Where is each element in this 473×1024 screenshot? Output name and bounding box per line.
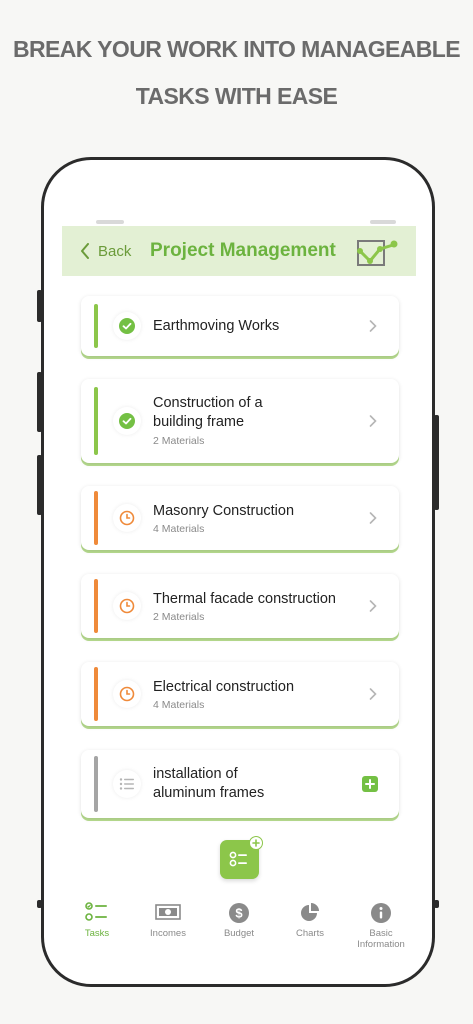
trend-chart-icon[interactable] [356, 235, 400, 267]
materials-count: 4 Materials [153, 523, 205, 535]
plus-icon [365, 779, 375, 789]
side-button [434, 900, 439, 908]
status-badge [113, 770, 141, 798]
tab-basic-information[interactable]: Basic Information [346, 895, 416, 950]
task-card[interactable]: Construction of a building frame 2 Mater… [81, 379, 399, 463]
task-name: Electrical construction [153, 679, 295, 695]
chevron-right-icon [369, 415, 377, 427]
clock-icon [119, 598, 135, 614]
phone-bottom-mark [126, 984, 134, 987]
list-icon [119, 778, 134, 790]
tab-label: Budget [223, 928, 255, 939]
tasks-icon [85, 902, 107, 921]
clock-icon [119, 510, 135, 526]
materials-count: 2 Materials [153, 435, 205, 447]
add-material-button[interactable] [362, 776, 378, 792]
status-bar-indicator [94, 387, 98, 455]
status-badge [113, 407, 141, 435]
task-card[interactable]: Thermal facade construction 2 Materials [81, 574, 399, 638]
materials-count: 4 Materials [153, 699, 205, 711]
app-header: Back Project Management [62, 226, 416, 276]
status-bar [370, 220, 396, 224]
status-bar-indicator [94, 579, 98, 633]
status-bar-indicator [94, 304, 98, 348]
back-label: Back [98, 242, 132, 260]
back-button[interactable]: Back [80, 226, 131, 276]
task-name: Construction of a building frame [153, 395, 263, 430]
phone-top-mark [344, 157, 352, 160]
status-bar [96, 220, 124, 224]
tab-charts[interactable]: Charts [275, 895, 345, 945]
status-bar-indicator [94, 756, 98, 812]
tab-label: Charts [296, 928, 324, 939]
headline-line-2: TASKS WITH EASE [135, 83, 338, 109]
dollar-icon: $ [229, 903, 249, 923]
status-bar-indicator [94, 491, 98, 545]
status-bar-indicator [94, 667, 98, 721]
tab-tasks[interactable]: Tasks [62, 895, 132, 945]
clock-icon [119, 686, 135, 702]
check-circle-icon [119, 318, 135, 334]
task-card[interactable]: Electrical construction 4 Materials [81, 662, 399, 726]
tab-label: Tasks [84, 928, 110, 939]
chevron-right-icon [369, 512, 377, 524]
screen: BREAK YOUR WORK INTO MANAGEABLE TASKS WI… [0, 0, 473, 1024]
info-icon [371, 903, 391, 923]
status-badge [113, 504, 141, 532]
status-badge [113, 312, 141, 340]
tab-incomes[interactable]: Incomes [133, 895, 203, 945]
task-card[interactable]: Masonry Construction 4 Materials [81, 486, 399, 550]
page-title: Project Management [150, 240, 336, 261]
task-name: Earthmoving Works [153, 318, 280, 334]
status-badge [113, 592, 141, 620]
svg-text:$: $ [235, 906, 243, 921]
headline-line-1: BREAK YOUR WORK INTO MANAGEABLE [13, 36, 461, 62]
side-button [434, 415, 439, 510]
check-circle-icon [119, 413, 135, 429]
chevron-right-icon [369, 600, 377, 612]
chevron-right-icon [369, 688, 377, 700]
status-badge [113, 680, 141, 708]
task-name: Masonry Construction [153, 503, 295, 519]
materials-count: 2 Materials [153, 611, 205, 623]
banknote-icon [155, 904, 181, 920]
task-card[interactable]: Earthmoving Works [81, 296, 399, 356]
side-button [37, 455, 42, 515]
side-button [37, 372, 42, 432]
pie-chart-icon [301, 903, 319, 921]
side-button [37, 900, 42, 908]
chevron-right-icon [369, 320, 377, 332]
task-name: installation of aluminum frames [153, 766, 265, 801]
task-name: Thermal facade construction [153, 591, 336, 607]
tab-budget[interactable]: $ Budget [204, 895, 274, 945]
plus-badge [249, 836, 263, 850]
chevron-left-icon [81, 243, 89, 259]
task-card[interactable]: installation of aluminum frames [81, 750, 399, 818]
bottom-tab-bar: Tasks Incomes $ Budget Charts Basic Info… [62, 895, 416, 950]
tab-label: Incomes [150, 928, 186, 939]
promo-headline: BREAK YOUR WORK INTO MANAGEABLE TASKS WI… [0, 26, 473, 120]
tab-label: Basic Information [357, 928, 405, 950]
side-button [37, 290, 42, 322]
plus-icon [252, 839, 260, 847]
add-task-button[interactable] [220, 836, 263, 879]
